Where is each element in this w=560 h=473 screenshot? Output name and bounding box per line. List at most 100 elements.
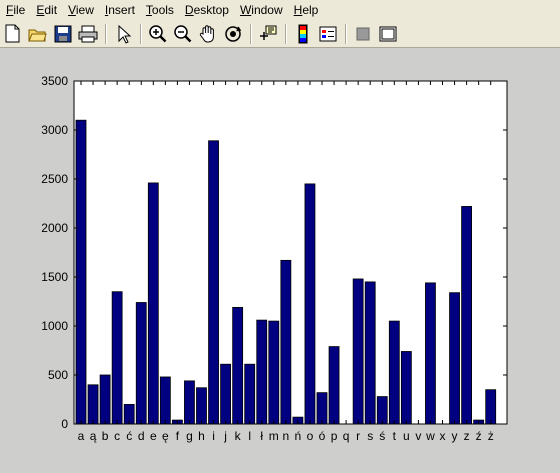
bar-ą (87, 384, 99, 425)
x-tick-label: ł (260, 429, 263, 443)
bar-k (232, 306, 244, 425)
bar-z (461, 206, 473, 425)
print-button[interactable] (77, 23, 99, 45)
menu-tools[interactable]: Tools (140, 0, 179, 21)
x-tick-label: c (114, 429, 120, 443)
menu-label: dit (44, 3, 58, 17)
colorbar-button[interactable] (292, 23, 314, 45)
x-tick-label: g (186, 429, 193, 443)
new-figure-icon (5, 24, 20, 43)
bar-ł (256, 319, 268, 425)
bar-p (328, 346, 340, 425)
open-file-icon (28, 29, 47, 42)
x-tick-label: s (367, 429, 373, 443)
menu-label: esktop (193, 3, 229, 17)
rotate-3d-button[interactable] (222, 23, 244, 45)
menu-edit[interactable]: Edit (30, 0, 62, 21)
menu-help[interactable]: Help (288, 0, 324, 21)
rotate-3d-icon (225, 26, 242, 42)
bar-b (99, 374, 111, 425)
select-arrow-button[interactable] (112, 23, 134, 45)
x-tick-label: u (403, 429, 410, 443)
show-plot-tools-icon (379, 26, 397, 42)
open-file-button[interactable] (27, 23, 49, 45)
pan-hand-button[interactable] (197, 23, 219, 45)
x-tick-label: ę (162, 429, 169, 443)
bar-d (135, 302, 147, 425)
bar-w (425, 282, 436, 425)
x-tick-label: f (176, 429, 180, 443)
bar-u (400, 351, 412, 425)
zoom-out-button[interactable] (172, 23, 194, 45)
x-tick-label: r (356, 429, 360, 443)
bar-j (220, 363, 232, 425)
legend-icon (319, 26, 337, 42)
x-tick-label: ó (319, 429, 326, 443)
menu-accelerator: V (68, 3, 76, 17)
colorbar-icon (298, 24, 308, 44)
menu-bar: File Edit View Insert Tools Desktop Window Help (0, 0, 560, 21)
bar-o (304, 183, 316, 425)
menu-label: indow (251, 3, 283, 17)
y-tick-label: 0 (61, 417, 68, 431)
toolbar-separator (345, 24, 347, 44)
x-tick-label: y (452, 429, 458, 443)
x-tick-label: n (283, 429, 290, 443)
print-icon (78, 25, 98, 43)
menu-file[interactable]: File (0, 0, 30, 21)
x-tick-label: ń (295, 429, 302, 443)
x-tick-label: t (393, 429, 397, 443)
toolbar-separator (250, 24, 252, 44)
save-button[interactable] (52, 23, 74, 45)
menu-label: nsert (108, 3, 135, 17)
bar-chart: 0 500 1000 1500 2000 2500 3000 3500 a ą b c ć d e ę f g h i… (41, 74, 508, 443)
bar-a (75, 119, 87, 425)
toolbar (0, 21, 560, 48)
x-tick-label: ż (488, 429, 494, 443)
menu-window[interactable]: Window (234, 0, 288, 21)
x-tick-label: ć (126, 429, 132, 443)
y-tick-label: 500 (48, 368, 68, 382)
toolbar-separator (285, 24, 287, 44)
y-tick-label: 1000 (41, 319, 68, 333)
bar-h (196, 387, 207, 425)
x-tick-label: b (102, 429, 109, 443)
x-tick-label: d (138, 429, 145, 443)
x-tick-label: ą (90, 429, 97, 443)
x-tick-label: h (198, 429, 205, 443)
menu-desktop[interactable]: Desktop (179, 0, 234, 21)
y-tick-label: 3500 (41, 74, 68, 88)
x-tick-label: ź (476, 429, 482, 443)
legend-button[interactable] (317, 23, 339, 45)
bar-i (208, 140, 219, 425)
x-tick-label: i (212, 429, 215, 443)
y-tick-label: 2500 (41, 172, 68, 186)
menu-label: ools (151, 3, 174, 17)
pan-hand-icon (199, 25, 214, 43)
data-cursor-button[interactable] (257, 23, 279, 45)
hide-plot-tools-icon (356, 27, 370, 41)
x-tick-label: z (464, 429, 470, 443)
y-tick-label: 3000 (41, 123, 68, 137)
select-arrow-icon (118, 24, 132, 44)
x-tick-label: p (331, 429, 338, 443)
zoom-in-button[interactable] (147, 23, 169, 45)
menu-accelerator: D (184, 3, 194, 17)
x-tick-label: e (150, 429, 157, 443)
menu-accelerator: H (293, 3, 303, 17)
hide-plot-tools-button[interactable] (352, 23, 374, 45)
menu-insert[interactable]: Insert (99, 0, 140, 21)
bar-ę (159, 376, 171, 425)
bar-c (111, 291, 123, 425)
x-tick-label: v (415, 429, 421, 443)
x-tick-label: m (269, 429, 279, 443)
zoom-out-icon (174, 25, 192, 43)
x-tick-label: w (425, 429, 435, 443)
menu-view[interactable]: View (62, 0, 99, 21)
menu-label: ile (13, 3, 26, 17)
show-plot-tools-button[interactable] (377, 23, 399, 45)
new-figure-button[interactable] (2, 23, 24, 45)
bar-l (244, 363, 256, 425)
y-tick-label: 2000 (41, 221, 68, 235)
figure-canvas: 0 500 1000 1500 2000 2500 3000 3500 a ą b c ć d e ę f g h i… (0, 49, 560, 473)
